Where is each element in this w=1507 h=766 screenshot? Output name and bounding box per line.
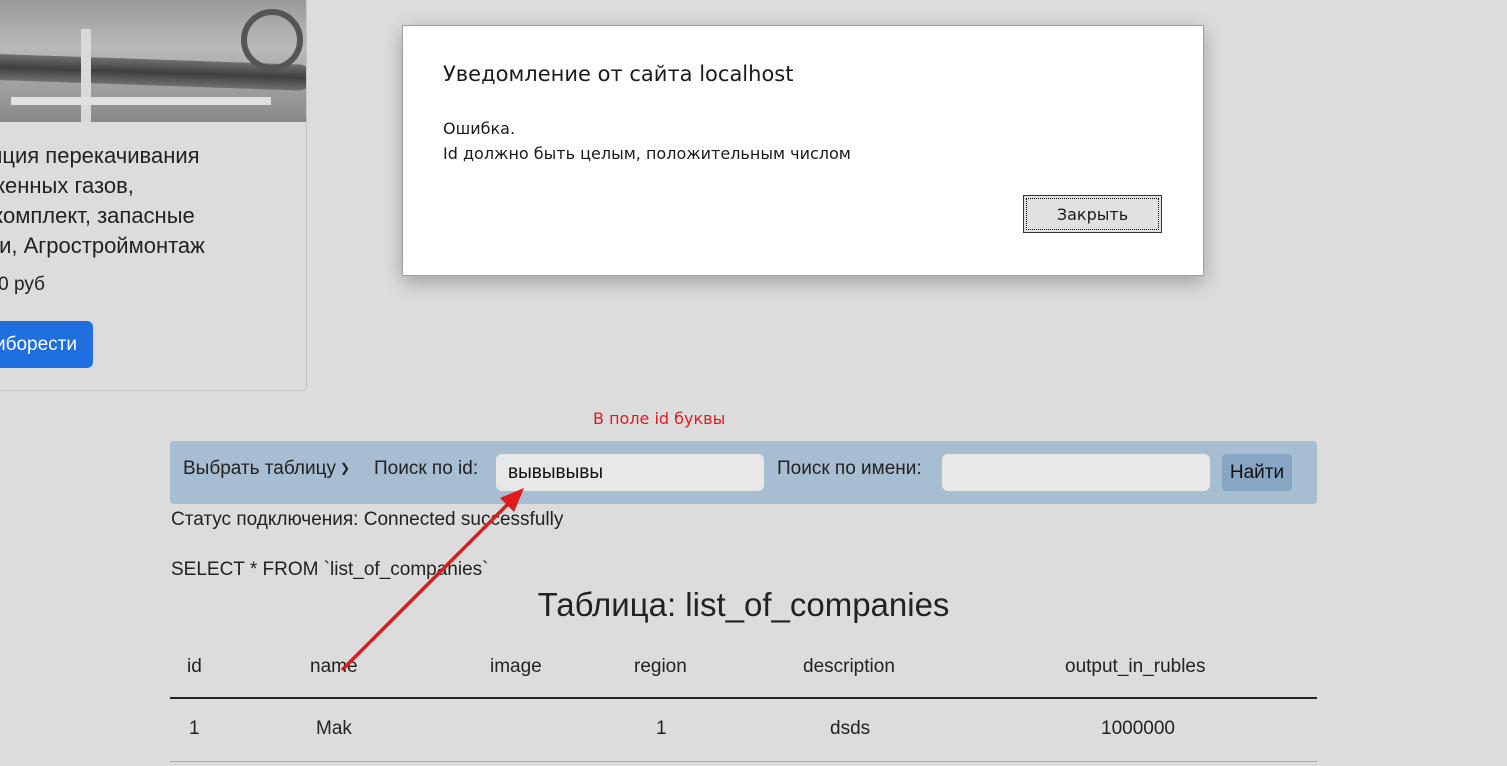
dialog-message-line: Ошибка. — [443, 119, 516, 138]
table-select-label: Выбрать таблицу — [183, 458, 336, 479]
product-price: 000 руб — [0, 274, 45, 295]
id-search-label: Поиск по id: — [374, 458, 479, 479]
name-search-input[interactable] — [942, 454, 1210, 491]
column-header: image — [490, 656, 542, 677]
dialog-message: Ошибка. Id должно быть целым, положитель… — [443, 116, 851, 166]
table-cell: dsds — [830, 718, 871, 739]
table-row: 1 Mak 1 dsds 1000000 — [170, 699, 1317, 762]
search-toolbar: Выбрать таблицу❯ Поиск по id: Поиск по и… — [170, 441, 1317, 504]
alert-dialog: Уведомление от сайта localhost Ошибка. I… — [402, 25, 1204, 276]
table-header-row: id name image region description output_… — [170, 640, 1317, 699]
column-header: name — [310, 656, 358, 677]
product-image — [0, 0, 306, 122]
table-select[interactable]: Выбрать таблицу ❯ — [183, 458, 350, 480]
product-title: анция перекачивания иженных газов, мкомп… — [0, 143, 205, 258]
chevron-down-icon: ❯ — [339, 461, 351, 475]
table-cell: 1 — [656, 718, 667, 739]
buy-button[interactable]: риборести — [0, 321, 93, 368]
table-cell: 1000000 — [1101, 718, 1175, 739]
data-table: id name image region description output_… — [170, 640, 1317, 762]
table-cell: Mak — [316, 718, 352, 739]
name-search-label: Поиск по имени: — [777, 458, 922, 479]
find-button[interactable]: Найти — [1222, 454, 1292, 491]
column-header: region — [634, 656, 687, 677]
column-header: output_in_rubles — [1065, 656, 1206, 677]
connection-status: Статус подключения: Connected successful… — [171, 509, 564, 530]
annotation-text: В поле id буквы — [593, 409, 726, 428]
dialog-message-line: Id должно быть целым, положительным числ… — [443, 144, 851, 163]
table-cell: 1 — [189, 718, 200, 739]
close-button[interactable]: Закрыть — [1023, 195, 1162, 233]
column-header: description — [803, 656, 895, 677]
table-title: Таблица: list_of_companies — [537, 586, 950, 623]
id-search-input[interactable] — [496, 454, 764, 491]
product-card: анция перекачивания иженных газов, мкомп… — [0, 0, 307, 391]
dialog-title: Уведомление от сайта localhost — [443, 62, 794, 86]
column-header: id — [187, 656, 202, 677]
sql-query: SELECT * FROM `list_of_companies` — [171, 559, 489, 580]
